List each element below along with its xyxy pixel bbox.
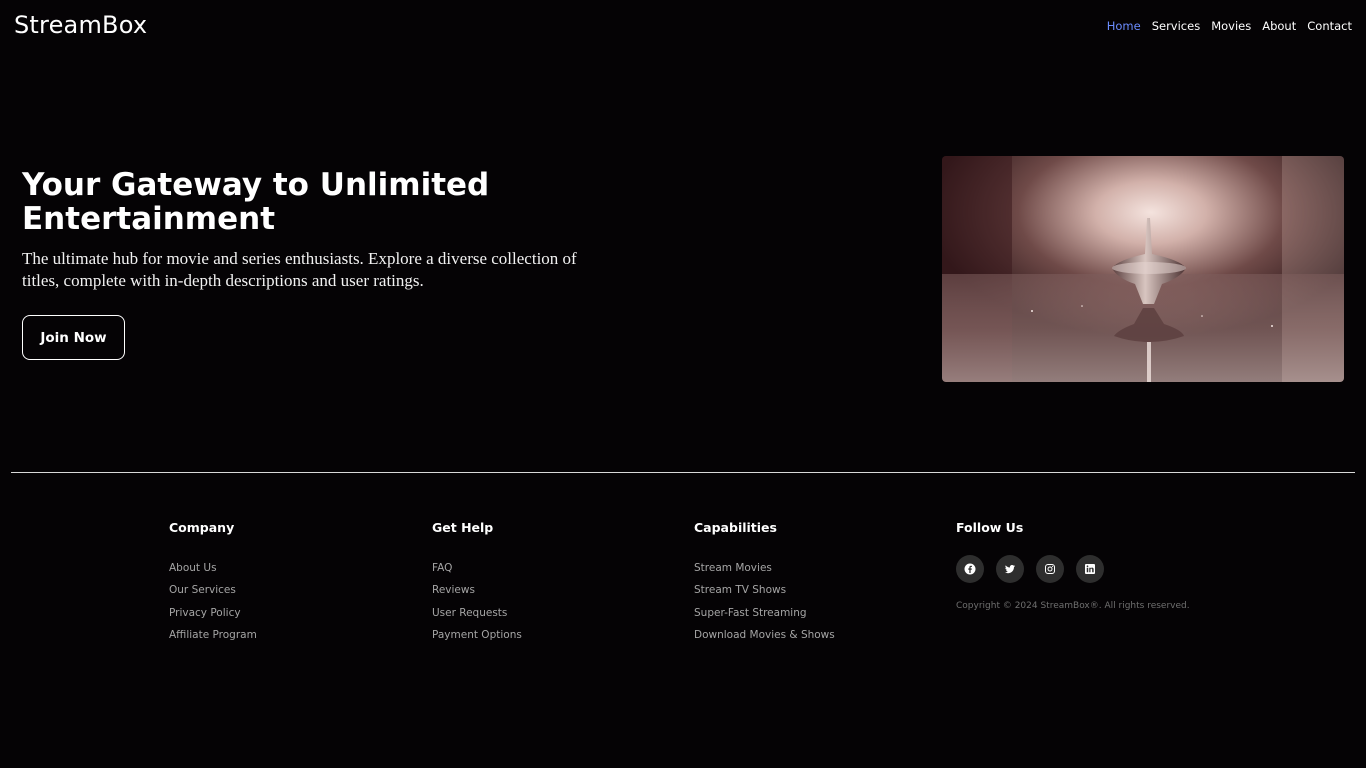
footer-link-user-requests[interactable]: User Requests: [432, 606, 672, 628]
spinning-top-image: [942, 156, 1344, 382]
nav-home[interactable]: Home: [1107, 19, 1141, 33]
footer-link-payment-options[interactable]: Payment Options: [432, 628, 672, 650]
spinning-top-illustration: [942, 156, 1344, 382]
footer-link-our-services[interactable]: Our Services: [169, 583, 409, 605]
top-navbar: StreamBox Home Services Movies About Con…: [0, 0, 1366, 56]
footer-follow-column: Follow Us Copyright © 2024 StreamBox®. A…: [956, 520, 1256, 611]
footer-heading-follow: Follow Us: [956, 520, 1024, 535]
footer-link-reviews[interactable]: Reviews: [432, 583, 672, 605]
footer-help-column: Get Help FAQ Reviews User Requests Payme…: [432, 520, 672, 650]
footer-link-affiliate-program[interactable]: Affiliate Program: [169, 628, 409, 650]
linkedin-icon[interactable]: [1076, 555, 1104, 583]
nav-movies[interactable]: Movies: [1211, 19, 1251, 33]
twitter-icon[interactable]: [996, 555, 1024, 583]
hero-description: The ultimate hub for movie and series en…: [22, 249, 577, 290]
nav-contact[interactable]: Contact: [1307, 19, 1352, 33]
main-nav: Home Services Movies About Contact: [1107, 19, 1352, 33]
footer-link-about-us[interactable]: About Us: [169, 561, 409, 583]
footer-heading-company: Company: [169, 520, 235, 535]
footer-heading-capabilities: Capabilities: [694, 520, 777, 535]
footer-heading-help: Get Help: [432, 520, 494, 535]
footer-capabilities-column: Capabilities Stream Movies Stream TV Sho…: [694, 520, 934, 650]
social-links: [956, 555, 1256, 583]
footer-link-stream-tv-shows[interactable]: Stream TV Shows: [694, 583, 934, 605]
footer-link-privacy-policy[interactable]: Privacy Policy: [169, 606, 409, 628]
join-now-button[interactable]: Join Now: [22, 315, 125, 360]
footer-link-faq[interactable]: FAQ: [432, 561, 672, 583]
footer-company-column: Company About Us Our Services Privacy Po…: [169, 520, 409, 650]
footer-link-download[interactable]: Download Movies & Shows: [694, 628, 934, 650]
instagram-icon[interactable]: [1036, 555, 1064, 583]
brand-logo[interactable]: StreamBox: [14, 11, 147, 39]
section-divider: [11, 472, 1355, 473]
copyright-text: Copyright © 2024 StreamBox®. All rights …: [956, 601, 1190, 611]
facebook-icon[interactable]: [956, 555, 984, 583]
nav-services[interactable]: Services: [1152, 19, 1201, 33]
hero-title: Your Gateway to Unlimited Entertainment: [22, 167, 490, 237]
nav-about[interactable]: About: [1262, 19, 1296, 33]
footer-link-super-fast-streaming[interactable]: Super-Fast Streaming: [694, 606, 934, 628]
footer-link-stream-movies[interactable]: Stream Movies: [694, 561, 934, 583]
